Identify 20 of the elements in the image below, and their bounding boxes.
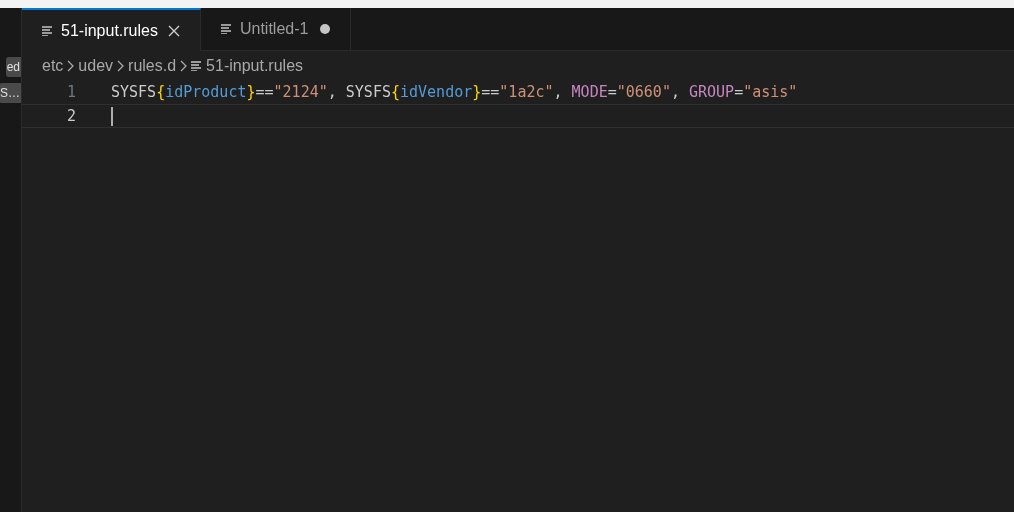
text-cursor <box>111 106 113 126</box>
breadcrumb-item[interactable]: etc <box>42 53 64 78</box>
breadcrumb-item[interactable]: 51-input.rules <box>206 53 304 78</box>
breadcrumb-item[interactable]: udev <box>78 53 114 78</box>
sidebar-label: ed <box>5 57 21 77</box>
line-number: 1 <box>65 81 76 103</box>
lines-icon <box>220 24 232 34</box>
tab-label: Untitled-1 <box>239 19 309 39</box>
chevron-right-icon <box>67 59 75 72</box>
sidebar-label: S… <box>0 83 21 103</box>
breadcrumb-item[interactable]: rules.d <box>128 53 177 78</box>
editor-tab[interactable]: 51-input.rules <box>22 8 201 51</box>
chevron-right-icon <box>117 59 125 72</box>
close-icon[interactable] <box>167 24 180 37</box>
lines-icon <box>191 60 203 71</box>
code-text: SYSFS{idProduct}=="2124", SYSFS{idVendor}=="1a2c", MODE="0660", GROUP="asis" <box>111 81 798 103</box>
lines-icon <box>42 25 53 36</box>
line-number: 2 <box>65 105 76 127</box>
chevron-right-icon <box>180 59 188 72</box>
tab-label: 51-input.rules <box>61 20 158 41</box>
